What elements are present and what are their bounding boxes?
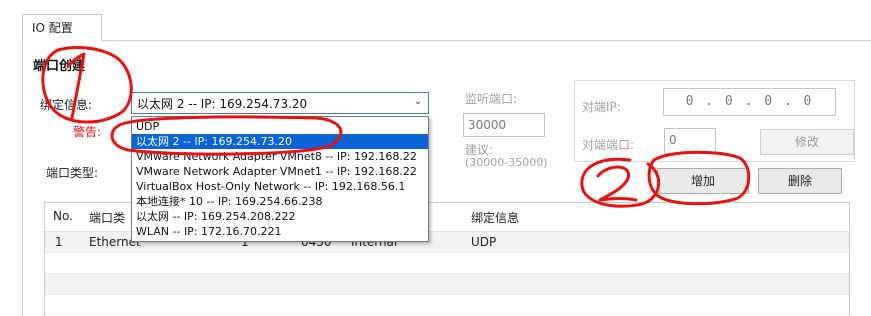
listen-hint-range: (30000-35000) [465,156,548,169]
dropdown-option[interactable]: 本地连接* 10 -- IP: 169.254.66.238 [132,194,428,209]
table-row[interactable] [45,253,849,274]
bind-info-label: 绑定信息: [40,98,93,112]
section-title: 端口创建 [33,59,86,74]
add-button[interactable]: 增加 [657,168,749,194]
cell-binding: UDP [471,235,497,249]
port-type-label: 端口类型: [46,166,99,180]
peer-ip-input[interactable]: 0 . 0 . 0 . 0 [663,88,836,116]
peer-port-label: 对端端口: [582,138,635,152]
dropdown-option-selected[interactable]: 以太网 2 -- IP: 169.254.73.20 [132,134,428,149]
bind-info-selected-value: 以太网 2 -- IP: 169.254.73.20 [137,97,308,111]
peer-port-input[interactable]: 0 [664,128,716,154]
dropdown-option[interactable]: VMware Network Adapter VMnet8 -- IP: 192… [132,149,428,164]
listen-port-input[interactable]: 30000 [463,113,545,137]
warning-label: 警告: [73,125,102,139]
column-header-binding[interactable]: 绑定信息 [471,209,519,226]
peer-ip-label: 对端IP: [582,100,621,114]
cell-no: 1 [55,235,63,249]
dropdown-option[interactable]: WLAN -- IP: 172.16.70.221 [132,224,428,239]
dropdown-option[interactable]: UDP [132,119,428,134]
bind-info-select[interactable]: 以太网 2 -- IP: 169.254.73.20 ⌄ [131,92,429,114]
modify-button[interactable]: 修改 [760,129,854,155]
table-row[interactable] [45,274,849,295]
dropdown-option[interactable]: VirtualBox Host-Only Network -- IP: 192.… [132,179,428,194]
listen-port-label: 监听端口: [465,92,518,106]
table-row[interactable] [45,295,849,316]
column-header-no[interactable]: No. [53,209,73,223]
dropdown-option[interactable]: VMware Network Adapter VMnet1 -- IP: 192… [132,164,428,179]
tab-io-config[interactable]: IO 配置 [22,14,102,41]
dropdown-option[interactable]: 以太网 -- IP: 169.254.208.222 [132,209,428,224]
bind-info-dropdown-list: UDP 以太网 2 -- IP: 169.254.73.20 VMware Ne… [131,116,429,242]
chevron-down-icon[interactable]: ⌄ [414,96,422,107]
delete-button[interactable]: 删除 [758,168,842,194]
column-header-type[interactable]: 端口类 [89,209,125,226]
